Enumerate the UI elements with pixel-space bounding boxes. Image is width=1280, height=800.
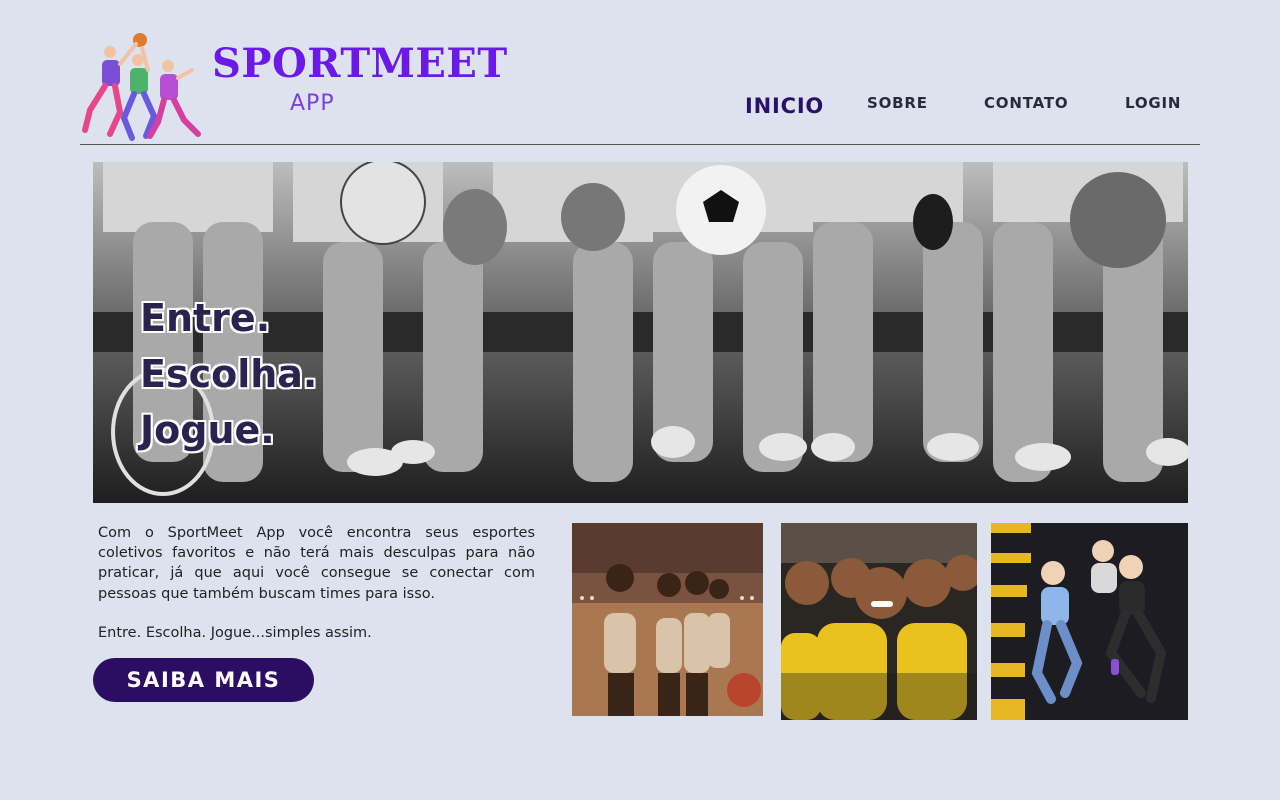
hero-line-escolha: Escolha. xyxy=(140,352,318,396)
hero-line-entre: Entre. xyxy=(140,296,271,340)
nav-item-sobre[interactable]: SOBRE xyxy=(867,96,928,111)
nav-item-inicio[interactable]: INICIO xyxy=(745,96,824,117)
players-illustration xyxy=(82,33,201,141)
saiba-mais-button[interactable]: SAIBA MAIS xyxy=(93,658,314,702)
hero-line-jogue: Jogue. xyxy=(140,408,275,452)
app-description: Com o SportMeet App você encontra seus e… xyxy=(98,525,535,602)
hero-banner: Entre. Escolha. Jogue. xyxy=(93,162,1188,503)
team-celebration-photo xyxy=(781,523,977,720)
brand-title[interactable]: SPORTMEET xyxy=(212,44,508,84)
site-logo[interactable] xyxy=(80,30,205,142)
hero-headline: Entre. Escolha. Jogue. xyxy=(140,290,317,458)
gallery-photo-team[interactable] xyxy=(781,523,977,720)
fitness-group-photo xyxy=(991,523,1188,720)
tagline: Entre. Escolha. Jogue...simples assim. xyxy=(98,625,372,641)
brand-subtitle: APP xyxy=(290,91,335,116)
bowling-alley-photo xyxy=(572,523,763,716)
gallery-photo-bowling[interactable] xyxy=(572,523,763,716)
header-divider xyxy=(80,144,1200,145)
gallery-photo-fitness[interactable] xyxy=(991,523,1188,720)
nav-item-contato[interactable]: CONTATO xyxy=(984,96,1068,111)
nav-item-login[interactable]: LOGIN xyxy=(1125,96,1181,111)
